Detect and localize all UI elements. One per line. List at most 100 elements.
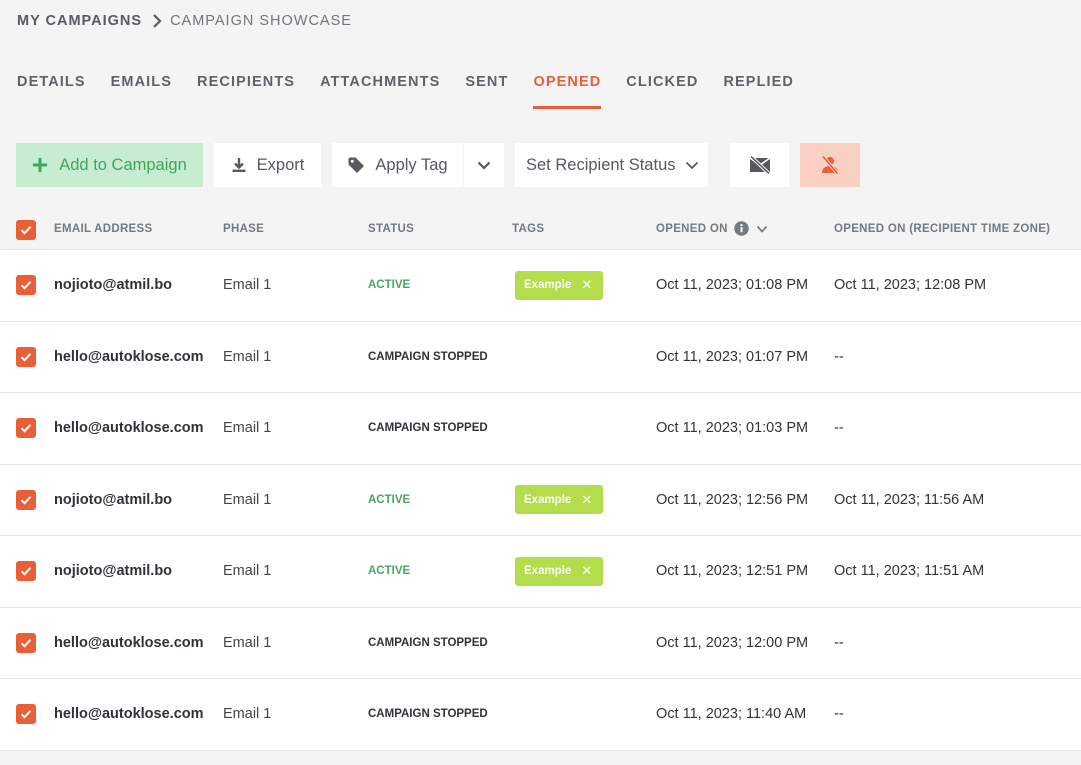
set-recipient-status-label: Set Recipient Status xyxy=(526,155,676,174)
check-icon xyxy=(20,495,32,505)
recipient-phase: Email 1 xyxy=(223,634,272,651)
remove-recipient-button[interactable] xyxy=(800,143,860,187)
chevron-down-icon xyxy=(477,161,491,170)
tab-attachments[interactable]: ATTACHMENTS xyxy=(320,72,440,109)
tab-emails[interactable]: EMAILS xyxy=(111,72,172,109)
recipient-phase: Email 1 xyxy=(223,706,272,723)
chevron-right-icon xyxy=(153,14,162,28)
row-checkbox[interactable] xyxy=(16,418,36,439)
apply-tag-button[interactable]: Apply Tag xyxy=(332,143,463,187)
table-row[interactable]: nojioto@atmil.bo Email 1 ACTIVE Example ✕ Oct… xyxy=(0,464,1081,536)
tag-label: Example xyxy=(524,565,572,578)
check-icon xyxy=(20,226,32,235)
download-icon xyxy=(232,158,246,172)
row-checkbox[interactable] xyxy=(16,275,36,296)
set-recipient-status-select[interactable]: Set Recipient Status xyxy=(515,143,708,187)
mail-off-icon xyxy=(749,156,770,174)
close-icon[interactable]: ✕ xyxy=(581,563,592,579)
opened-on: Oct 11, 2023; 11:40 AM xyxy=(656,706,807,723)
status-badge: CAMPAIGN STOPPED xyxy=(368,422,488,435)
tag-chip: Example ✕ xyxy=(515,556,604,586)
row-checkbox[interactable] xyxy=(16,704,36,725)
tab-details[interactable]: DETAILS xyxy=(17,72,86,109)
row-checkbox-cell xyxy=(16,679,36,750)
chevron-down-icon xyxy=(685,161,698,170)
table-header: EMAIL ADDRESS PHASE STATUS TAGS OPENED O… xyxy=(0,210,1081,250)
tab-recipients[interactable]: RECIPIENTS xyxy=(197,72,295,109)
table-row[interactable]: hello@autoklose.com Email 1 CAMPAIGN STOPP… xyxy=(0,321,1081,393)
table-row[interactable]: hello@autoklose.com Email 1 CAMPAIGN STOPP… xyxy=(0,679,1081,751)
column-opened-on-label: OPENED ON xyxy=(656,222,728,235)
opened-on-recipient-tz: -- xyxy=(834,420,844,437)
apply-tag-label: Apply Tag xyxy=(375,155,448,174)
recipient-email[interactable]: nojioto@atmil.bo xyxy=(54,465,172,536)
row-checkbox-cell xyxy=(16,536,36,607)
recipient-phase: Email 1 xyxy=(223,491,272,508)
check-icon xyxy=(20,352,32,362)
select-all-checkbox[interactable] xyxy=(16,220,36,240)
check-icon xyxy=(20,710,32,719)
opened-on-recipient-tz: -- xyxy=(834,706,844,723)
chevron-down-icon[interactable] xyxy=(756,223,768,235)
status-badge: ACTIVE xyxy=(368,565,411,578)
info-icon[interactable] xyxy=(734,221,749,236)
opened-on: Oct 11, 2023; 12:56 PM xyxy=(656,491,809,508)
row-checkbox[interactable] xyxy=(16,489,36,510)
recipient-email[interactable]: hello@autoklose.com xyxy=(54,679,204,750)
status-badge: ACTIVE xyxy=(368,493,411,506)
row-checkbox-cell xyxy=(16,393,36,464)
tag-label: Example xyxy=(524,279,572,292)
status-badge: CAMPAIGN STOPPED xyxy=(368,708,488,721)
campaign-tabs: DETAILS EMAILS RECIPIENTS ATTACHMENTS SE… xyxy=(17,72,819,112)
tab-sent[interactable]: SENT xyxy=(465,72,508,109)
unsubscribe-email-button[interactable] xyxy=(730,143,789,187)
tab-opened[interactable]: OPENED xyxy=(533,72,602,109)
row-checkbox[interactable] xyxy=(16,561,36,582)
opened-on-recipient-tz: -- xyxy=(834,634,844,651)
opened-on-recipient-tz: Oct 11, 2023; 12:08 PM xyxy=(834,277,987,294)
tag-icon xyxy=(348,157,365,173)
opened-on: Oct 11, 2023; 01:03 PM xyxy=(656,420,809,437)
column-opened-on[interactable]: OPENED ON xyxy=(656,221,768,236)
breadcrumb-current: CAMPAIGN SHOWCASE xyxy=(170,13,352,29)
tag-label: Example xyxy=(524,493,572,506)
tags-cell: Example ✕ xyxy=(515,465,604,536)
table-row[interactable]: nojioto@atmil.bo Email 1 ACTIVE Example ✕ Oct… xyxy=(0,536,1081,608)
opened-on-recipient-tz: Oct 11, 2023; 11:51 AM xyxy=(834,563,985,580)
row-checkbox-cell xyxy=(16,608,36,679)
export-button[interactable]: Export xyxy=(214,143,321,187)
checkbox[interactable] xyxy=(16,220,36,240)
column-email: EMAIL ADDRESS xyxy=(54,223,153,235)
opened-on: Oct 11, 2023; 12:51 PM xyxy=(656,563,809,580)
recipient-email[interactable]: nojioto@atmil.bo xyxy=(54,536,172,607)
recipient-email[interactable]: hello@autoklose.com xyxy=(54,393,204,464)
opened-on-recipient-tz: Oct 11, 2023; 11:56 AM xyxy=(834,491,985,508)
row-checkbox[interactable] xyxy=(16,346,36,367)
row-checkbox[interactable] xyxy=(16,632,36,653)
table-row[interactable]: hello@autoklose.com Email 1 CAMPAIGN STOPP… xyxy=(0,393,1081,465)
check-icon xyxy=(20,638,32,648)
add-to-campaign-label: Add to Campaign xyxy=(59,155,187,174)
apply-tag-dropdown-button[interactable] xyxy=(464,143,504,187)
recipient-email[interactable]: nojioto@atmil.bo xyxy=(54,250,172,321)
tag-chip: Example ✕ xyxy=(515,270,604,300)
table-row[interactable]: hello@autoklose.com Email 1 CAMPAIGN STOPP… xyxy=(0,607,1081,679)
add-to-campaign-button[interactable]: Add to Campaign xyxy=(16,143,203,187)
column-status: STATUS xyxy=(368,223,415,235)
close-icon[interactable]: ✕ xyxy=(581,277,592,293)
tab-replied[interactable]: REPLIED xyxy=(723,72,794,109)
tags-cell: Example ✕ xyxy=(515,536,604,607)
tab-clicked[interactable]: CLICKED xyxy=(626,72,698,109)
recipient-email[interactable]: hello@autoklose.com xyxy=(54,322,204,393)
user-off-icon xyxy=(821,155,839,175)
breadcrumb-my-campaigns[interactable]: MY CAMPAIGNS xyxy=(17,13,142,29)
recipient-email[interactable]: hello@autoklose.com xyxy=(54,608,204,679)
status-badge: ACTIVE xyxy=(368,279,411,292)
close-icon[interactable]: ✕ xyxy=(581,492,592,508)
table-row[interactable]: nojioto@atmil.bo Email 1 ACTIVE Example ✕ Oct… xyxy=(0,250,1081,322)
table-body: nojioto@atmil.bo Email 1 ACTIVE Example ✕ Oct… xyxy=(0,250,1081,751)
check-icon xyxy=(20,424,32,433)
row-checkbox-cell xyxy=(16,250,36,321)
row-checkbox-cell xyxy=(16,465,36,536)
row-checkbox-cell xyxy=(16,322,36,393)
